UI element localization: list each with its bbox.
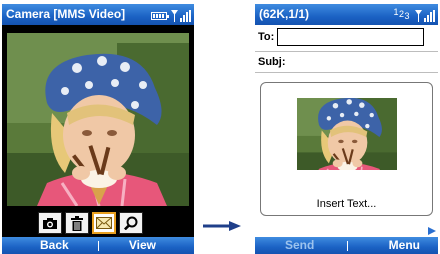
back-softkey[interactable]: Back xyxy=(40,238,69,252)
message-slide[interactable]: Insert Text... xyxy=(260,82,433,216)
antenna-icon xyxy=(415,10,422,22)
camera-toolbar xyxy=(38,212,143,234)
camera-title: Camera [MMS Video] xyxy=(6,7,126,21)
compose-title-bar: (62K,1/1) 123 xyxy=(255,4,438,25)
divider xyxy=(255,51,438,52)
camera-screen: Camera [MMS Video] Back View xyxy=(2,4,194,254)
menu-softkey[interactable]: Menu xyxy=(389,238,420,252)
compose-status-area: 123 xyxy=(393,7,435,22)
status-numbers: 123 xyxy=(393,7,410,21)
antenna-icon xyxy=(171,10,178,22)
softkey-divider xyxy=(347,241,348,251)
subject-label: Subj: xyxy=(258,56,286,68)
insert-text-field[interactable]: Insert Text... xyxy=(261,198,432,210)
divider xyxy=(255,72,438,73)
compose-title: (62K,1/1) xyxy=(259,7,310,21)
search-icon xyxy=(124,216,138,230)
camera-softkey-bar: Back View xyxy=(2,237,194,254)
camera-button[interactable] xyxy=(38,212,62,234)
captured-photo xyxy=(7,33,189,206)
trash-icon xyxy=(71,215,83,231)
arrow-right-icon xyxy=(203,221,241,231)
send-softkey[interactable]: Send xyxy=(285,238,314,252)
battery-icon xyxy=(151,12,169,20)
mms-compose-screen: (62K,1/1) 123 To: Subj: Insert Text... S… xyxy=(255,4,438,254)
camera-title-bar: Camera [MMS Video] xyxy=(2,4,194,25)
scroll-right-icon xyxy=(428,227,436,235)
signal-icon xyxy=(424,10,435,22)
delete-button[interactable] xyxy=(65,212,89,234)
softkey-divider xyxy=(98,241,99,251)
signal-icon xyxy=(180,10,191,22)
zoom-button[interactable] xyxy=(119,212,143,234)
view-softkey[interactable]: View xyxy=(129,238,156,252)
compose-softkey-bar: Send Menu xyxy=(255,237,438,254)
camera-icon xyxy=(43,218,57,229)
envelope-icon xyxy=(96,217,112,229)
to-field[interactable] xyxy=(277,28,424,46)
send-message-button[interactable] xyxy=(92,212,116,234)
status-area xyxy=(151,7,191,22)
attached-photo[interactable] xyxy=(297,98,397,170)
to-label: To: xyxy=(258,31,275,43)
